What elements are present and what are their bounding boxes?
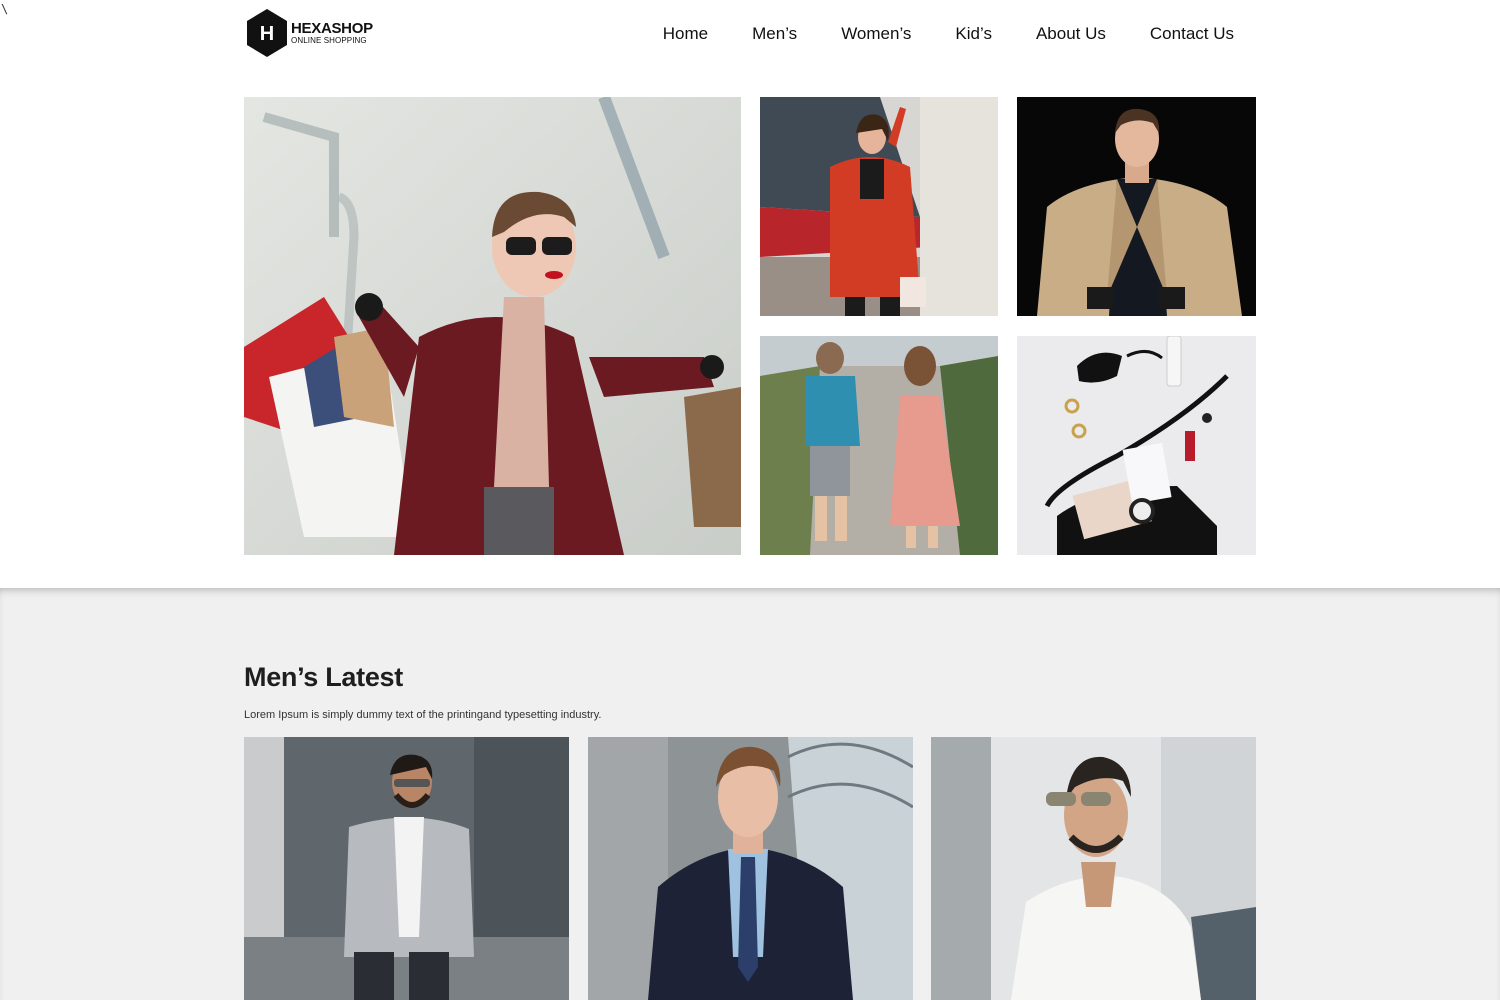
hero-image-man-camel-coat[interactable] — [1017, 97, 1256, 316]
brand-tagline: ONLINE SHOPPING — [291, 36, 367, 45]
hero-image-woman-red-coat[interactable] — [760, 97, 998, 316]
nav-about-us[interactable]: About Us — [1036, 22, 1106, 46]
product-card-image[interactable] — [244, 737, 569, 1000]
mens-latest-section: Men’s Latest Lorem Ipsum is simply dummy… — [0, 588, 1500, 1000]
product-card-image[interactable] — [588, 737, 913, 1000]
logo-initial: H — [260, 23, 274, 45]
nav-mens[interactable]: Men’s — [752, 22, 797, 46]
nav-kids[interactable]: Kid’s — [955, 22, 992, 46]
section-title: Men’s Latest — [244, 662, 403, 692]
nav-home[interactable]: Home — [663, 22, 708, 46]
brand-name: HEXASHOP — [291, 20, 373, 37]
main-nav: Home Men’s Women’s Kid’s About Us Contac… — [663, 22, 1234, 46]
product-card-image[interactable] — [931, 737, 1256, 1000]
hero-image-accessories[interactable] — [1017, 336, 1256, 555]
hero-image-kids-walking[interactable] — [760, 336, 998, 555]
section-subtitle: Lorem Ipsum is simply dummy text of the … — [244, 709, 602, 721]
nav-womens[interactable]: Women’s — [841, 22, 911, 46]
hero-image-woman-shopping[interactable] — [244, 97, 741, 555]
nav-contact-us[interactable]: Contact Us — [1150, 22, 1234, 46]
hexagon-logo-icon: H — [245, 8, 289, 58]
site-header: H HEXASHOP ONLINE SHOPPING Home Men’s Wo… — [0, 0, 1500, 70]
hero-gallery — [0, 70, 1500, 590]
brand-logo[interactable]: H HEXASHOP ONLINE SHOPPING — [245, 8, 373, 58]
